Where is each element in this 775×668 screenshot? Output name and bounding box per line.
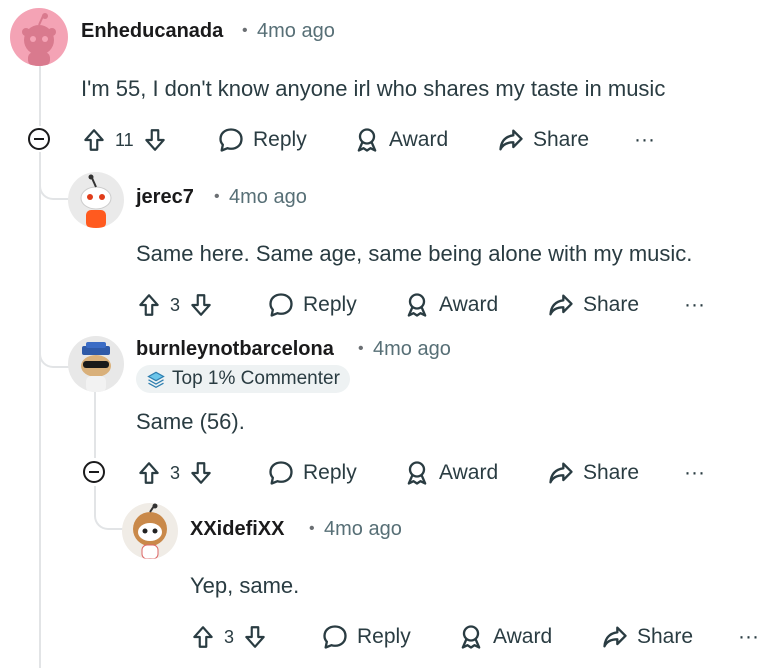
comment-actions: 11 Reply Award Share ··· xyxy=(81,120,771,160)
vote-count: 3 xyxy=(170,462,181,483)
share-button[interactable]: Share xyxy=(547,285,639,325)
downvote-arrow-icon[interactable] xyxy=(188,460,214,486)
snoo-avatar-icon xyxy=(133,503,167,559)
snoo-avatar-icon xyxy=(80,174,112,228)
award-ribbon-icon xyxy=(353,126,381,154)
speech-bubble-icon xyxy=(267,291,295,319)
vote-group: 3 xyxy=(136,453,214,493)
timestamp[interactable]: 4mo ago xyxy=(257,20,335,43)
downvote-arrow-icon[interactable] xyxy=(188,292,214,318)
reply-button[interactable]: Reply xyxy=(267,285,357,325)
share-arrow-icon xyxy=(547,459,575,487)
share-button[interactable]: Share xyxy=(497,120,589,160)
avatar[interactable] xyxy=(10,8,68,66)
username[interactable]: jerec7 xyxy=(136,186,194,209)
vote-group: 3 xyxy=(190,617,268,657)
comment-text: Yep, same. xyxy=(190,573,300,598)
meta-separator: • xyxy=(242,22,248,39)
more-options-icon: ··· xyxy=(684,293,705,316)
upvote-arrow-icon[interactable] xyxy=(190,624,216,650)
reply-label: Reply xyxy=(303,293,357,316)
thread-line-level2 xyxy=(94,392,96,458)
award-ribbon-icon xyxy=(457,623,485,651)
reply-button[interactable]: Reply xyxy=(321,617,411,657)
award-button[interactable]: Award xyxy=(457,617,552,657)
collapse-minus-icon[interactable] xyxy=(83,461,105,483)
share-button[interactable]: Share xyxy=(547,453,639,493)
meta-separator: • xyxy=(214,188,220,205)
more-options-button[interactable]: ··· xyxy=(684,453,705,493)
vote-group: 3 xyxy=(136,285,214,325)
upvote-arrow-icon[interactable] xyxy=(136,292,162,318)
share-label: Share xyxy=(533,128,590,151)
meta-separator: • xyxy=(358,340,364,357)
collapse-minus-icon[interactable] xyxy=(28,128,50,150)
vote-count: 11 xyxy=(115,129,134,150)
comment-text: Same here. Same age, same being alone wi… xyxy=(136,241,693,266)
comment-text: Same (56). xyxy=(136,409,245,434)
flair-badge-label: Top 1% Commenter xyxy=(172,368,340,389)
downvote-arrow-icon[interactable] xyxy=(142,127,168,153)
upvote-arrow-icon[interactable] xyxy=(81,127,107,153)
award-label: Award xyxy=(389,128,449,151)
reply-button[interactable]: Reply xyxy=(267,453,357,493)
reply-button[interactable]: Reply xyxy=(217,120,307,160)
award-button[interactable]: Award xyxy=(403,285,498,325)
award-ribbon-icon xyxy=(403,291,431,319)
share-arrow-icon xyxy=(497,126,525,154)
avatar[interactable] xyxy=(122,503,178,559)
upvote-arrow-icon[interactable] xyxy=(136,460,162,486)
award-button[interactable]: Award xyxy=(353,120,448,160)
timestamp[interactable]: 4mo ago xyxy=(373,338,451,361)
thread-branch xyxy=(94,486,126,530)
share-arrow-icon xyxy=(601,623,629,651)
timestamp[interactable]: 4mo ago xyxy=(324,518,402,541)
comment-text: I'm 55, I don't know anyone irl who shar… xyxy=(81,76,666,101)
username[interactable]: burnleynotbarcelona xyxy=(136,338,334,361)
more-options-button[interactable]: ··· xyxy=(738,617,759,657)
comment-actions: 3 Reply Award Share ··· xyxy=(136,285,771,325)
speech-bubble-icon xyxy=(267,459,295,487)
reply-label: Reply xyxy=(253,128,307,151)
thread-line-root-lower xyxy=(39,152,41,668)
more-options-icon: ··· xyxy=(634,128,655,151)
award-label: Award xyxy=(439,293,499,316)
award-button[interactable]: Award xyxy=(403,453,498,493)
avatar[interactable] xyxy=(68,336,124,392)
speech-bubble-icon xyxy=(217,126,245,154)
vote-group: 11 xyxy=(81,120,168,160)
snoo-avatar-icon xyxy=(22,13,56,66)
meta-separator: • xyxy=(309,520,315,537)
comment-actions: 3 Reply Award Share ··· xyxy=(190,617,770,657)
thread-branch xyxy=(39,170,71,200)
award-label: Award xyxy=(493,625,553,648)
share-button[interactable]: Share xyxy=(601,617,693,657)
share-label: Share xyxy=(583,461,640,484)
username[interactable]: Enheducanada xyxy=(81,20,223,43)
flair-badge[interactable]: Top 1% Commenter xyxy=(136,365,350,393)
speech-bubble-icon xyxy=(321,623,349,651)
share-label: Share xyxy=(637,625,694,648)
reply-label: Reply xyxy=(357,625,411,648)
username[interactable]: XXidefiXX xyxy=(190,518,284,541)
share-arrow-icon xyxy=(547,291,575,319)
more-options-button[interactable]: ··· xyxy=(634,120,655,160)
reply-label: Reply xyxy=(303,461,357,484)
share-label: Share xyxy=(583,293,640,316)
vote-count: 3 xyxy=(170,294,181,315)
vote-count: 3 xyxy=(224,626,235,647)
downvote-arrow-icon[interactable] xyxy=(242,624,268,650)
thread-line-root xyxy=(39,66,41,126)
more-options-icon: ··· xyxy=(738,625,759,648)
comment-actions: 3 Reply Award Share ··· xyxy=(136,453,771,493)
avatar[interactable] xyxy=(68,172,124,228)
more-options-button[interactable]: ··· xyxy=(684,285,705,325)
more-options-icon: ··· xyxy=(684,461,705,484)
award-ribbon-icon xyxy=(403,459,431,487)
timestamp[interactable]: 4mo ago xyxy=(229,186,307,209)
thread-branch xyxy=(39,330,71,368)
snoo-avatar-icon xyxy=(81,342,111,392)
award-label: Award xyxy=(439,461,499,484)
commenter-badge-icon xyxy=(146,369,166,389)
